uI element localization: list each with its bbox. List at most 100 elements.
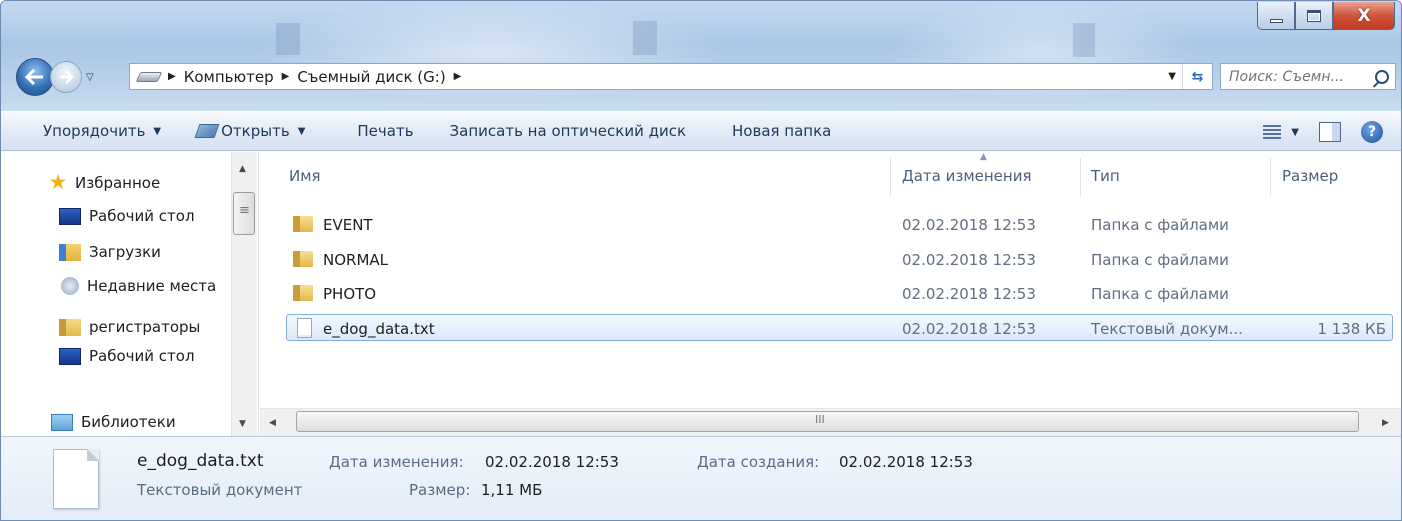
desktop-icon — [59, 347, 81, 365]
organize-button[interactable]: Упорядочить ▼ — [1, 122, 181, 140]
open-label: Открыть — [221, 122, 290, 140]
text-document-icon — [297, 318, 312, 338]
details-size-label: Размер: — [409, 481, 471, 499]
chevron-down-icon: ▼ — [1291, 126, 1299, 138]
file-row-event[interactable]: EVENT 02.02.2018 12:53 Папка с файлами — [286, 211, 1393, 238]
nav-item-label: регистраторы — [89, 318, 201, 336]
minimize-button[interactable] — [1257, 2, 1295, 30]
desktop-icon — [59, 207, 81, 225]
file-row-e-dog-data[interactable]: e_dog_data.txt 02.02.2018 12:53 Текстовы… — [286, 314, 1393, 341]
details-pane: e_dog_data.txt Текстовый документ Дата и… — [1, 436, 1401, 520]
file-list: ▲ Имя Дата изменения Тип Размер EVENT 02… — [260, 152, 1401, 408]
column-headers: ▲ Имя Дата изменения Тип Размер — [260, 152, 1401, 196]
nav-pane-scroll-thumb[interactable] — [233, 192, 255, 235]
nav-item-desktop[interactable]: Рабочий стол — [59, 207, 195, 225]
print-button[interactable]: Печать — [325, 122, 433, 140]
new-folder-label: Новая папка — [732, 122, 832, 140]
burn-button[interactable]: Записать на оптический диск — [434, 122, 706, 140]
column-header-date[interactable]: Дата изменения — [902, 167, 1032, 185]
breadcrumb-removable-disk[interactable]: Съемный диск (G:) — [297, 68, 445, 86]
recent-pages-dropdown[interactable]: ▽ — [86, 72, 94, 83]
minimize-icon — [1269, 18, 1283, 23]
open-icon — [194, 124, 220, 138]
sort-ascending-icon: ▲ — [980, 152, 987, 162]
file-size: 1 138 КБ — [1317, 320, 1386, 338]
file-name: e_dog_data.txt — [323, 320, 435, 338]
views-icon — [1263, 125, 1282, 139]
nav-item-downloads[interactable]: Загрузки — [59, 243, 161, 261]
scroll-up-icon[interactable]: ▲ — [239, 164, 246, 174]
nav-item-label: Рабочий стол — [89, 347, 195, 365]
refresh-icon[interactable]: ⇆ — [1182, 64, 1212, 89]
file-date: 02.02.2018 12:53 — [902, 285, 1036, 303]
file-type: Папка с файлами — [1091, 285, 1229, 303]
folder-icon — [293, 216, 313, 232]
command-bar: Упорядочить ▼ Открыть ▼ Печать Записать на… — [1, 111, 1401, 151]
folder-icon — [293, 285, 313, 301]
new-folder-button[interactable]: Новая папка — [706, 122, 851, 140]
chevron-right-icon[interactable]: ▶ — [168, 71, 176, 82]
chevron-down-icon: ▼ — [153, 125, 162, 137]
file-list-scroll-thumb[interactable] — [296, 411, 1359, 432]
column-header-size[interactable]: Размер — [1282, 167, 1338, 185]
nav-item-label: Недавние места — [87, 277, 217, 295]
column-header-name[interactable]: Имя — [289, 167, 321, 185]
close-icon: X — [1357, 5, 1371, 26]
address-history-dropdown[interactable]: ▼ — [1162, 71, 1182, 82]
file-date: 02.02.2018 12:53 — [902, 216, 1036, 234]
star-icon: ★ — [48, 170, 68, 194]
libraries-icon — [51, 413, 73, 431]
title-bar: X ▽ ▶ Компьютер ▶ Съемный диск (G:) ▶ ▼ … — [1, 1, 1401, 111]
nav-item-recent-places[interactable]: Недавние места — [59, 277, 216, 295]
scroll-right-icon[interactable]: ▶ — [1382, 418, 1389, 428]
text-document-icon — [53, 449, 99, 509]
file-date: 02.02.2018 12:53 — [902, 320, 1036, 338]
caption-buttons: X — [1257, 2, 1395, 30]
nav-libraries[interactable]: Библиотеки — [51, 413, 176, 431]
open-button[interactable]: Открыть ▼ — [181, 122, 325, 140]
folder-icon — [59, 318, 81, 336]
arrow-right-icon — [60, 70, 74, 84]
file-name: NORMAL — [323, 251, 389, 269]
nav-libraries-label: Библиотеки — [81, 413, 176, 431]
details-created-label: Дата создания: — [697, 453, 820, 471]
chevron-right-icon[interactable]: ▶ — [454, 71, 462, 82]
details-modified-value: 02.02.2018 12:53 — [485, 453, 619, 471]
help-icon[interactable]: ? — [1361, 121, 1383, 143]
print-label: Печать — [357, 122, 414, 140]
maximize-icon — [1307, 9, 1321, 22]
folder-icon — [293, 251, 313, 267]
chevron-right-icon[interactable]: ▶ — [282, 71, 290, 82]
details-size-value: 1,11 МБ — [481, 481, 543, 499]
details-created-value: 02.02.2018 12:53 — [839, 453, 973, 471]
downloads-icon — [59, 243, 81, 261]
forward-button[interactable] — [50, 61, 82, 93]
organize-label: Упорядочить — [43, 122, 146, 140]
nav-item-desktop-2[interactable]: Рабочий стол — [59, 347, 195, 365]
file-row-normal[interactable]: NORMAL 02.02.2018 12:53 Папка с файлами — [286, 246, 1393, 273]
file-name: EVENT — [323, 216, 373, 234]
preview-pane-icon[interactable] — [1319, 122, 1341, 142]
recent-places-icon — [61, 277, 79, 295]
address-bar[interactable]: ▶ Компьютер ▶ Съемный диск (G:) ▶ ▼ ⇆ — [129, 63, 1213, 90]
scroll-left-icon[interactable]: ◀ — [269, 418, 276, 428]
nav-favorites[interactable]: ★ Избранное — [47, 170, 161, 194]
change-view-button[interactable]: ▼ — [1263, 125, 1299, 139]
back-button[interactable] — [16, 58, 54, 96]
search-icon[interactable] — [1375, 69, 1389, 84]
navigation-pane: ★ Избранное Рабочий стол Загрузки Недавн… — [1, 152, 259, 436]
breadcrumb-computer[interactable]: Компьютер — [184, 68, 274, 86]
close-button[interactable]: X — [1333, 2, 1395, 30]
nav-item-label: Рабочий стол — [89, 207, 195, 225]
file-type: Папка с файлами — [1091, 216, 1229, 234]
nav-item-registrators[interactable]: регистраторы — [59, 318, 200, 336]
details-file-type: Текстовый документ — [137, 481, 303, 499]
nav-favorites-label: Избранное — [75, 173, 161, 192]
column-header-type[interactable]: Тип — [1091, 167, 1120, 185]
search-input[interactable] — [1229, 68, 1369, 85]
maximize-button[interactable] — [1295, 2, 1333, 30]
file-row-photo[interactable]: PHOTO 02.02.2018 12:53 Папка с файлами — [286, 280, 1393, 307]
search-box — [1220, 63, 1396, 90]
burn-label: Записать на оптический диск — [449, 122, 687, 140]
scroll-down-icon[interactable]: ▼ — [239, 419, 246, 429]
